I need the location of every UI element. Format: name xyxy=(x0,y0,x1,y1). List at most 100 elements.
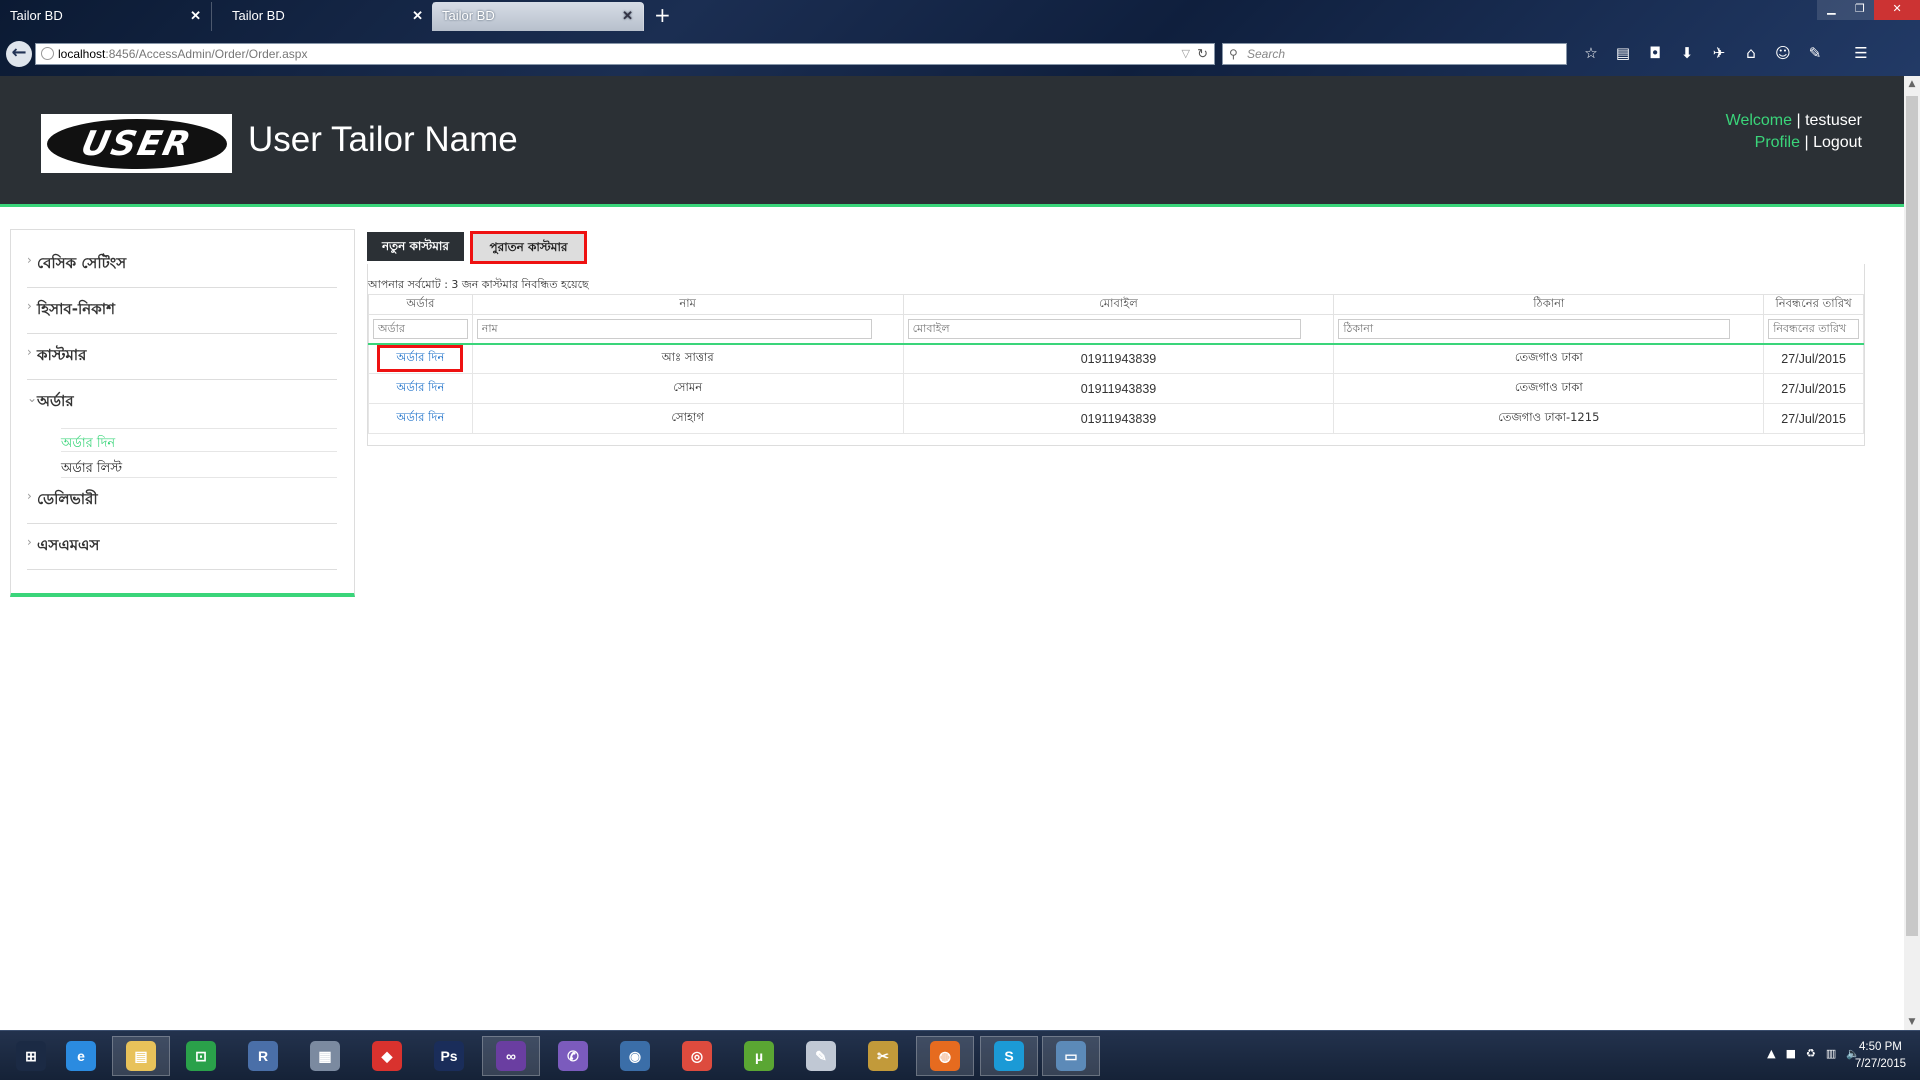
utorrent-taskbar-button[interactable]: µ xyxy=(730,1036,788,1076)
place-order-link[interactable]: অর্ডার দিন xyxy=(396,350,444,364)
column-header[interactable]: অর্ডার xyxy=(368,294,473,315)
firefox-taskbar-button[interactable]: ◍ xyxy=(916,1036,974,1076)
close-icon[interactable]: ✕ xyxy=(412,2,423,29)
url-bar[interactable]: localhost:8456/AccessAdmin/Order/Order.a… xyxy=(35,43,1215,65)
anydesk-taskbar-button[interactable]: ◆ xyxy=(358,1036,416,1076)
tools-taskbar-button[interactable]: ✂ xyxy=(854,1036,912,1076)
column-header[interactable]: মোবাইল xyxy=(902,294,1335,315)
table-header-row: অর্ডার নাম মোবাইল ঠিকানা নিবন্ধনের তারিখ xyxy=(368,294,1864,315)
vertical-scrollbar[interactable]: ▲ ▼ xyxy=(1904,76,1920,1030)
bird-extension-icon[interactable]: ✈ xyxy=(1708,42,1730,64)
bookmark-star-icon[interactable]: ☆ xyxy=(1580,42,1602,64)
home-icon[interactable]: ⌂ xyxy=(1740,42,1762,64)
scroll-up-icon[interactable]: ▲ xyxy=(1904,76,1920,92)
logout-link[interactable]: Logout xyxy=(1813,134,1862,151)
place-order-link[interactable]: অর্ডার দিন xyxy=(396,380,444,394)
browser-tab-1[interactable]: Tailor BD ✕ xyxy=(0,2,212,31)
scroll-down-icon[interactable]: ▼ xyxy=(1904,1014,1920,1030)
welcome-label: Welcome xyxy=(1725,112,1793,129)
download-icon[interactable]: ⬇ xyxy=(1676,42,1698,64)
menu-icon[interactable]: ☰ xyxy=(1850,42,1872,64)
sidebar-item-delivery[interactable]: › ডেলিভারী xyxy=(27,488,337,524)
chevron-down-icon: ⌄ xyxy=(27,391,38,405)
search-input[interactable]: ⚲ Search xyxy=(1222,43,1567,65)
remote-desktop-taskbar-button[interactable]: ▭ xyxy=(1042,1036,1100,1076)
browser-tab-3[interactable]: Tailor BD ✕ xyxy=(432,2,644,31)
new-customer-button[interactable]: নতুন কাস্টমার xyxy=(367,232,464,261)
sidebar-item-label: অর্ডার xyxy=(37,392,74,410)
place-order-link[interactable]: অর্ডার দিন xyxy=(396,410,444,424)
url-dropdown-icon[interactable]: ▽ xyxy=(1182,44,1190,64)
paint-icon: ✎ xyxy=(806,1041,836,1071)
search-icon: ⚲ xyxy=(1229,47,1238,61)
address-filter-input[interactable] xyxy=(1338,318,1731,339)
date-filter-input[interactable] xyxy=(1768,318,1859,339)
scroll-thumb[interactable] xyxy=(1906,96,1918,936)
minimize-icon[interactable]: ▁ xyxy=(1817,0,1846,20)
chevron-right-icon: › xyxy=(27,345,32,359)
column-header[interactable]: নাম xyxy=(471,294,904,315)
store-icon: ⊡ xyxy=(186,1041,216,1071)
sidebar-item-basic-settings[interactable]: › বেসিক সেটিংস xyxy=(27,252,337,288)
action-cell: অর্ডার দিন xyxy=(368,403,473,434)
url-path: :8456/AccessAdmin/Order/Order.aspx xyxy=(105,47,308,61)
file-explorer-taskbar-button[interactable]: ▤ xyxy=(112,1036,170,1076)
restore-icon[interactable]: ❐ xyxy=(1845,0,1875,20)
column-header[interactable]: ঠিকানা xyxy=(1333,294,1765,315)
internet-explorer-taskbar-button[interactable]: e xyxy=(52,1036,110,1076)
sidebar-item-label: বেসিক সেটিংস xyxy=(37,254,127,272)
sidebar-subitem-order-list[interactable]: অর্ডার লিস্ট xyxy=(61,454,337,478)
close-icon[interactable]: ✕ xyxy=(622,2,633,29)
remote-desktop-icon: ▭ xyxy=(1056,1041,1086,1071)
browser-tab-2[interactable]: Tailor BD ✕ xyxy=(222,2,434,31)
column-header[interactable]: নিবন্ধনের তারিখ xyxy=(1763,294,1864,315)
window-controls: ▁ ❐ ✕ xyxy=(1817,0,1920,20)
date-cell: 27/Jul/2015 xyxy=(1763,343,1864,374)
date-cell: 27/Jul/2015 xyxy=(1763,403,1864,434)
pen-icon[interactable]: ✎ xyxy=(1804,42,1826,64)
network-icon[interactable]: ▥ xyxy=(1826,1047,1836,1060)
calculator-taskbar-button[interactable]: ▦ xyxy=(296,1036,354,1076)
reading-list-icon[interactable]: ▤ xyxy=(1612,42,1634,64)
reload-icon[interactable]: ↻ xyxy=(1197,44,1208,64)
pocket-icon[interactable]: ◘ xyxy=(1644,42,1666,64)
skype-taskbar-button[interactable]: S xyxy=(980,1036,1038,1076)
tray-app-icon[interactable]: ■ xyxy=(1786,1047,1796,1060)
sidebar-item-label: ডেলিভারী xyxy=(37,490,98,508)
store-taskbar-button[interactable]: ⊡ xyxy=(172,1036,230,1076)
order-filter-input[interactable] xyxy=(373,318,468,339)
sidebar-item-order[interactable]: ⌄ অর্ডার xyxy=(27,390,337,426)
sidebar-item-sms[interactable]: › এসএমএস xyxy=(27,534,337,570)
mobile-cell: 01911943839 xyxy=(902,403,1335,434)
photoshop-taskbar-button[interactable]: Ps xyxy=(420,1036,478,1076)
viber-taskbar-button[interactable]: ✆ xyxy=(544,1036,602,1076)
new-tab-button[interactable]: + xyxy=(654,3,671,27)
chat-icon[interactable]: ☺ xyxy=(1772,42,1794,64)
system-tray: ▲ ■ ♻ ▥ 🔈 xyxy=(1767,1047,1860,1060)
r-studio-taskbar-button[interactable]: R xyxy=(234,1036,292,1076)
site-logo[interactable]: USER xyxy=(41,114,232,173)
close-icon[interactable]: ✕ xyxy=(190,2,201,29)
old-customer-button[interactable]: পুরাতন কাস্টমার xyxy=(470,231,587,264)
network-tool-taskbar-button[interactable]: ◉ xyxy=(606,1036,664,1076)
visual-studio-icon: ∞ xyxy=(496,1041,526,1071)
sidebar-item-accounts[interactable]: › হিসাব-নিকাশ xyxy=(27,298,337,334)
profile-link[interactable]: Profile xyxy=(1755,134,1800,151)
sidebar-subitem-place-order[interactable]: অর্ডার দিন xyxy=(61,428,337,452)
mobile-cell: 01911943839 xyxy=(902,373,1335,404)
back-button[interactable]: ← xyxy=(6,41,32,67)
clock[interactable]: 4:50 PM 7/27/2015 xyxy=(1855,1039,1906,1073)
clock-date: 7/27/2015 xyxy=(1854,1058,1906,1070)
filter-cell xyxy=(902,314,1335,345)
customer-table: অর্ডার নাম মোবাইল ঠিকানা নিবন্ধনের তারিখ… xyxy=(368,294,1864,434)
sidebar-item-customer[interactable]: › কাস্টমার xyxy=(27,344,337,380)
recycle-icon[interactable]: ♻ xyxy=(1806,1047,1816,1060)
paint-taskbar-button[interactable]: ✎ xyxy=(792,1036,850,1076)
chrome-taskbar-button[interactable]: ◎ xyxy=(668,1036,726,1076)
tray-expand-icon[interactable]: ▲ xyxy=(1767,1047,1775,1060)
separator: | xyxy=(1804,134,1809,151)
name-filter-input[interactable] xyxy=(476,318,872,339)
mobile-filter-input[interactable] xyxy=(907,318,1301,339)
visual-studio-taskbar-button[interactable]: ∞ xyxy=(482,1036,540,1076)
window-close-icon[interactable]: ✕ xyxy=(1874,0,1920,20)
